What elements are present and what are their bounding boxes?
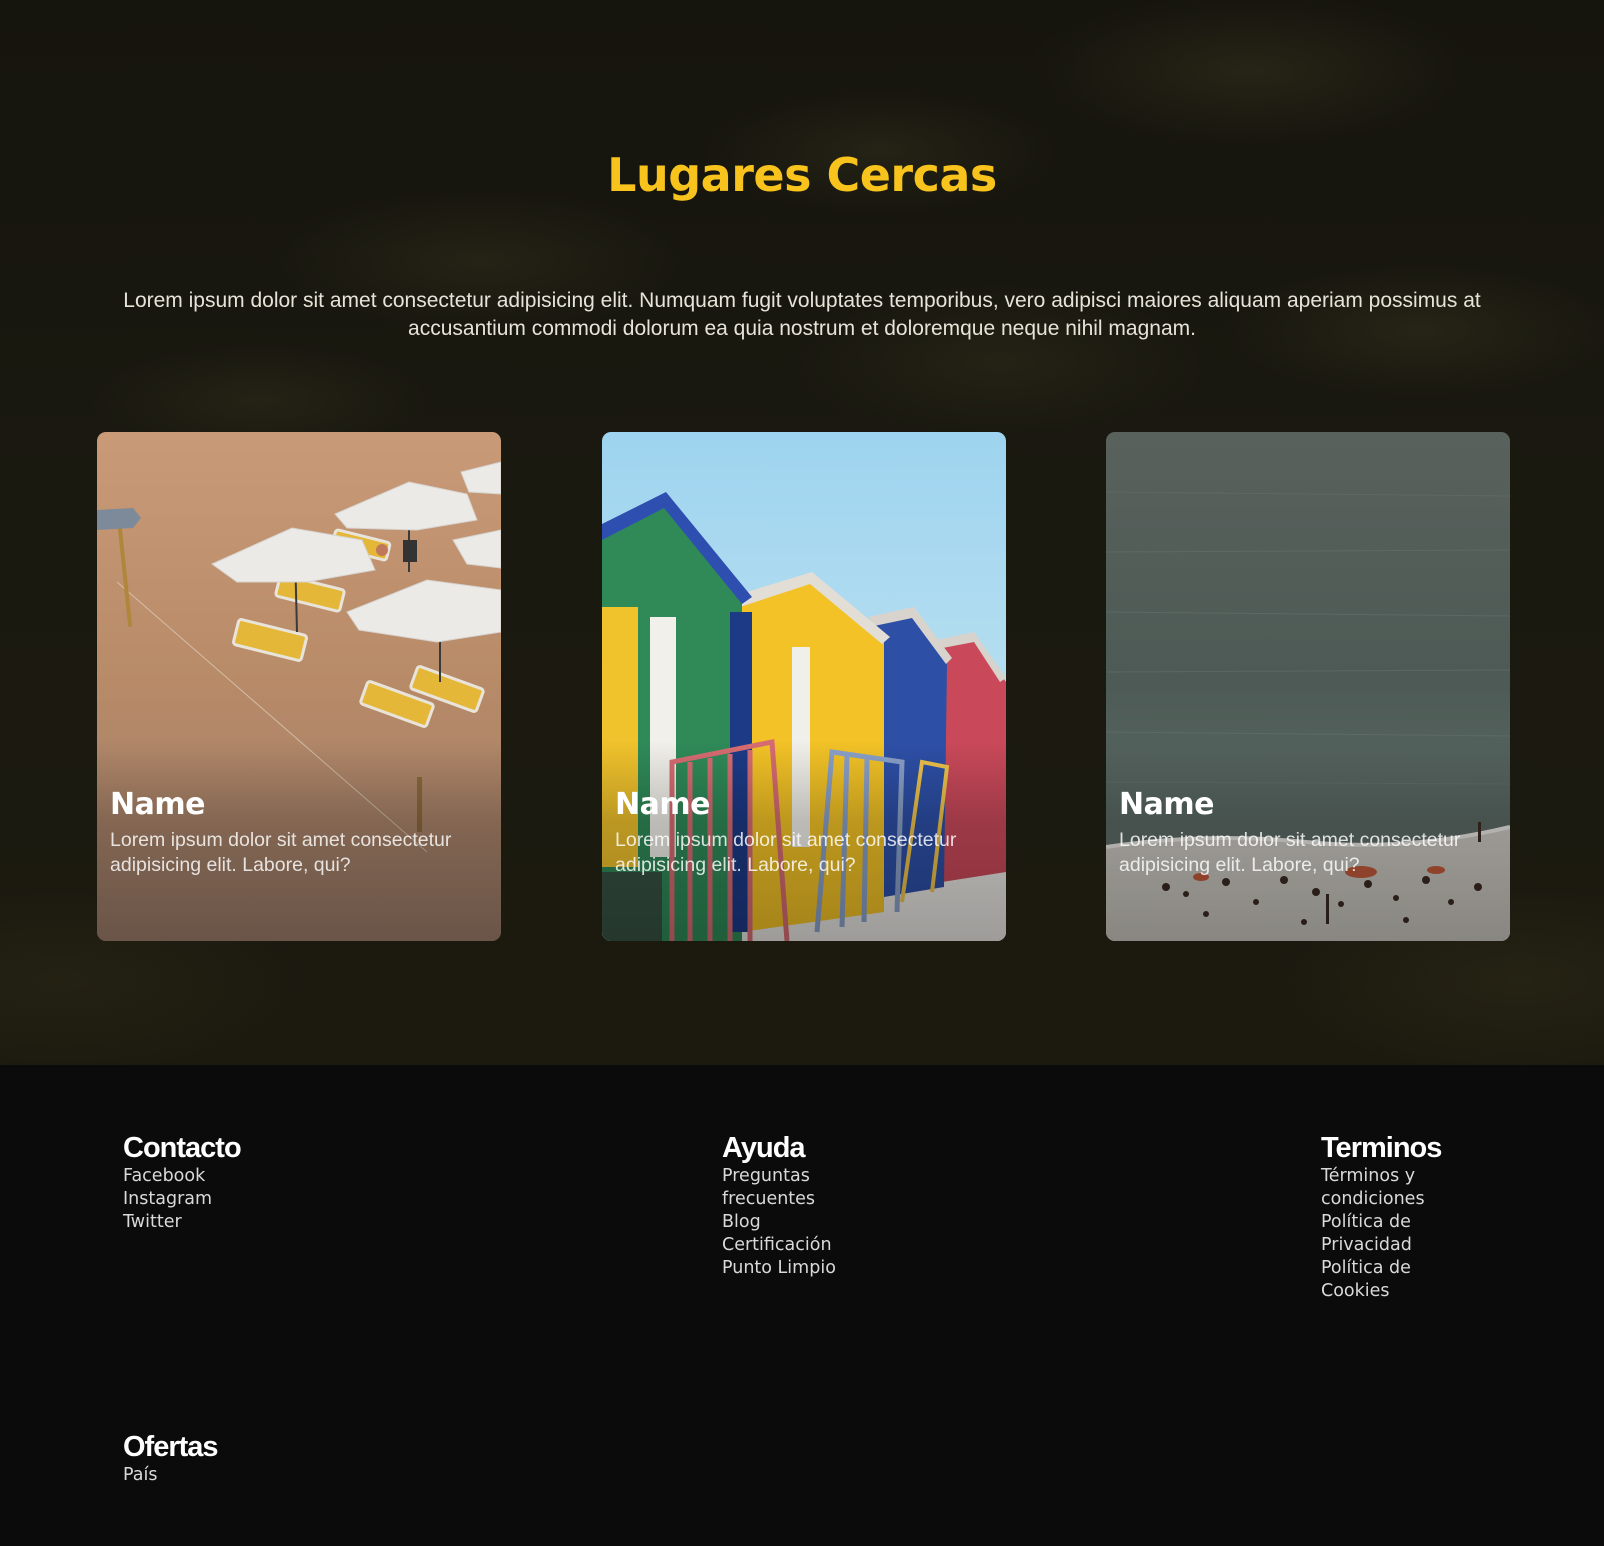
footer-column-ofertas: Ofertas País [123, 1430, 323, 1487]
footer-column-terminos: Terminos Términos y condiciones Política… [1321, 1131, 1451, 1303]
section-title: Lugares Cercas [607, 148, 997, 202]
footer-link-pais[interactable]: País [123, 1464, 323, 1487]
card-name: Name [615, 787, 710, 822]
footer-link-faq[interactable]: Preguntas frecuentes [722, 1165, 852, 1211]
footer-link-cookies[interactable]: Política de Cookies [1321, 1257, 1451, 1303]
footer-heading: Ofertas [123, 1431, 219, 1463]
card-text: Lorem ipsum dolor sit amet consectetur a… [1119, 829, 1461, 876]
footer-link-instagram[interactable]: Instagram [123, 1188, 323, 1211]
card-text: Lorem ipsum dolor sit amet consectetur a… [110, 829, 452, 876]
place-card[interactable]: Name Lorem ipsum dolor sit amet consecte… [97, 432, 501, 941]
footer-heading: Contacto [123, 1132, 242, 1164]
footer-link-certificacion[interactable]: Certificación [722, 1234, 852, 1257]
places-section: Lugares Cercas Lorem ipsum dolor sit ame… [0, 0, 1604, 1065]
footer-column-ayuda: Ayuda Preguntas frecuentes Blog Certific… [722, 1131, 852, 1280]
footer-link-twitter[interactable]: Twitter [123, 1211, 323, 1234]
place-card[interactable]: Name Lorem ipsum dolor sit amet consecte… [1106, 432, 1510, 941]
footer-link-punto-limpio[interactable]: Punto Limpio [722, 1257, 852, 1280]
footer-link-facebook[interactable]: Facebook [123, 1165, 323, 1188]
footer-heading: Ayuda [722, 1132, 806, 1164]
card-name: Name [1119, 787, 1214, 822]
footer-link-blog[interactable]: Blog [722, 1211, 852, 1234]
footer-column-contacto: Contacto Facebook Instagram Twitter [123, 1131, 323, 1234]
footer-link-privacy[interactable]: Política de Privacidad [1321, 1211, 1451, 1257]
card-name: Name [110, 787, 205, 822]
footer-link-terms[interactable]: Términos y condiciones [1321, 1165, 1451, 1211]
site-footer: Contacto Facebook Instagram Twitter Ayud… [0, 1065, 1604, 1546]
place-card[interactable]: Name Lorem ipsum dolor sit amet consecte… [602, 432, 1006, 941]
footer-heading: Terminos [1321, 1132, 1442, 1164]
section-description: Lorem ipsum dolor sit amet consectetur a… [123, 289, 1481, 340]
card-text: Lorem ipsum dolor sit amet consectetur a… [615, 829, 957, 876]
